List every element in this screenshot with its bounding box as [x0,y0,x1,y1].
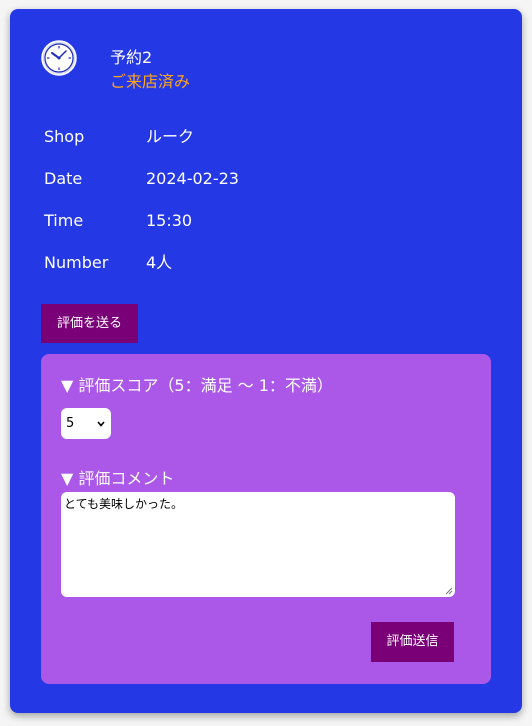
detail-label: Number [44,253,109,272]
comment-section-title: ▼ 評価コメント [61,469,175,488]
detail-value: ルーク [146,127,195,146]
chevron-down-icon [97,421,105,427]
score-select[interactable]: 5 [61,408,111,439]
clock-icon [41,40,77,76]
reservation-status: ご来店済み [110,72,191,91]
reservation-card: 予約2 ご来店済み Shop ルーク Date 2024-02-23 Time … [10,9,522,713]
detail-label: Time [44,211,84,230]
resize-handle-icon[interactable] [445,587,453,595]
comment-textarea[interactable]: とても美味しかった。 [61,492,455,597]
score-section-title: ▼ 評価スコア（5：満足 〜 1：不満） [61,376,333,395]
submit-review-button[interactable]: 評価送信 [371,622,454,662]
review-panel: ▼ 評価スコア（5：満足 〜 1：不満） 5 ▼ 評価コメント とても美味しかっ… [41,354,491,684]
send-review-button[interactable]: 評価を送る [41,304,138,343]
detail-label: Date [44,169,83,188]
detail-label: Shop [44,127,85,146]
detail-value: 15:30 [146,211,193,230]
comment-text: とても美味しかった。 [64,497,184,511]
score-selected-value: 5 [66,416,75,431]
detail-value: 2024-02-23 [146,169,239,188]
detail-value: 4人 [146,253,173,272]
reservation-title: 予約2 [110,48,153,67]
